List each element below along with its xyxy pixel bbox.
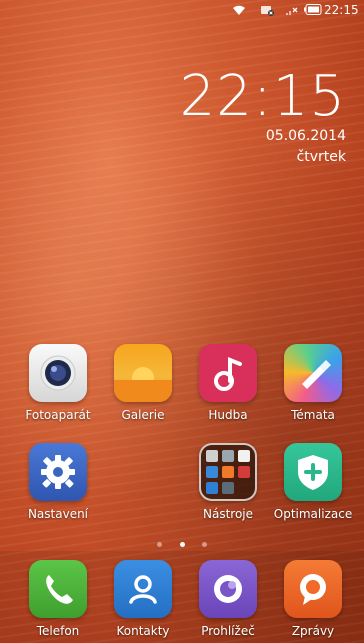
battery-icon [304, 4, 322, 18]
page-dot[interactable] [201, 542, 207, 547]
app-settings[interactable]: Nastavení [18, 443, 98, 521]
status-bar: 22:15 [0, 0, 364, 22]
app-label: Zprávy [291, 624, 335, 638]
clock-widget-day: čtvrtek [296, 149, 346, 165]
dock-contacts[interactable]: Kontakty [103, 560, 183, 638]
app-label: Kontakty [116, 624, 170, 638]
page-dot-active[interactable] [179, 542, 185, 547]
app-label: Hudba [208, 408, 248, 422]
clock-widget-date: 05.06.2014 [265, 128, 346, 144]
contacts-icon [114, 560, 172, 618]
tools-folder-icon [199, 443, 257, 501]
app-label: Optimalizace [273, 507, 353, 521]
music-icon [199, 344, 257, 402]
clock-widget-time[interactable]: 22:15 [180, 64, 346, 129]
settings-icon [29, 443, 87, 501]
themes-icon [284, 344, 342, 402]
wifi-icon [232, 4, 246, 19]
dock-messages[interactable]: Zprávy [273, 560, 353, 638]
dock-phone[interactable]: Telefon [18, 560, 98, 638]
signal-icon [285, 4, 299, 19]
status-time: 22:15 [324, 3, 359, 17]
app-themes[interactable]: Témata [273, 344, 353, 422]
app-label: Telefon [36, 624, 80, 638]
app-label: Nastavení [27, 507, 89, 521]
messages-icon [284, 560, 342, 618]
phone-icon [29, 560, 87, 618]
app-security[interactable]: Optimalizace [273, 443, 353, 521]
app-music[interactable]: Hudba [188, 344, 268, 422]
camera-icon [29, 344, 87, 402]
page-dot[interactable] [157, 542, 163, 547]
app-camera[interactable]: Fotoaparát [18, 344, 98, 422]
folder-tools[interactable]: Nástroje [188, 443, 268, 521]
app-gallery[interactable]: Galerie [103, 344, 183, 422]
app-label: Témata [291, 408, 335, 422]
browser-icon [199, 560, 257, 618]
home-screen: 22:15 22:15 05.06.2014 čtvrtek Fotoapará… [0, 0, 364, 643]
notification-off-icon [260, 4, 274, 19]
gallery-icon [114, 344, 172, 402]
app-label: Galerie [121, 408, 165, 422]
app-label: Fotoaparát [25, 408, 91, 422]
app-label: Prohlížeč [201, 624, 255, 638]
page-indicator[interactable] [0, 532, 364, 551]
app-label: Nástroje [202, 507, 253, 521]
dock-browser[interactable]: Prohlížeč [188, 560, 268, 638]
security-icon [284, 443, 342, 501]
